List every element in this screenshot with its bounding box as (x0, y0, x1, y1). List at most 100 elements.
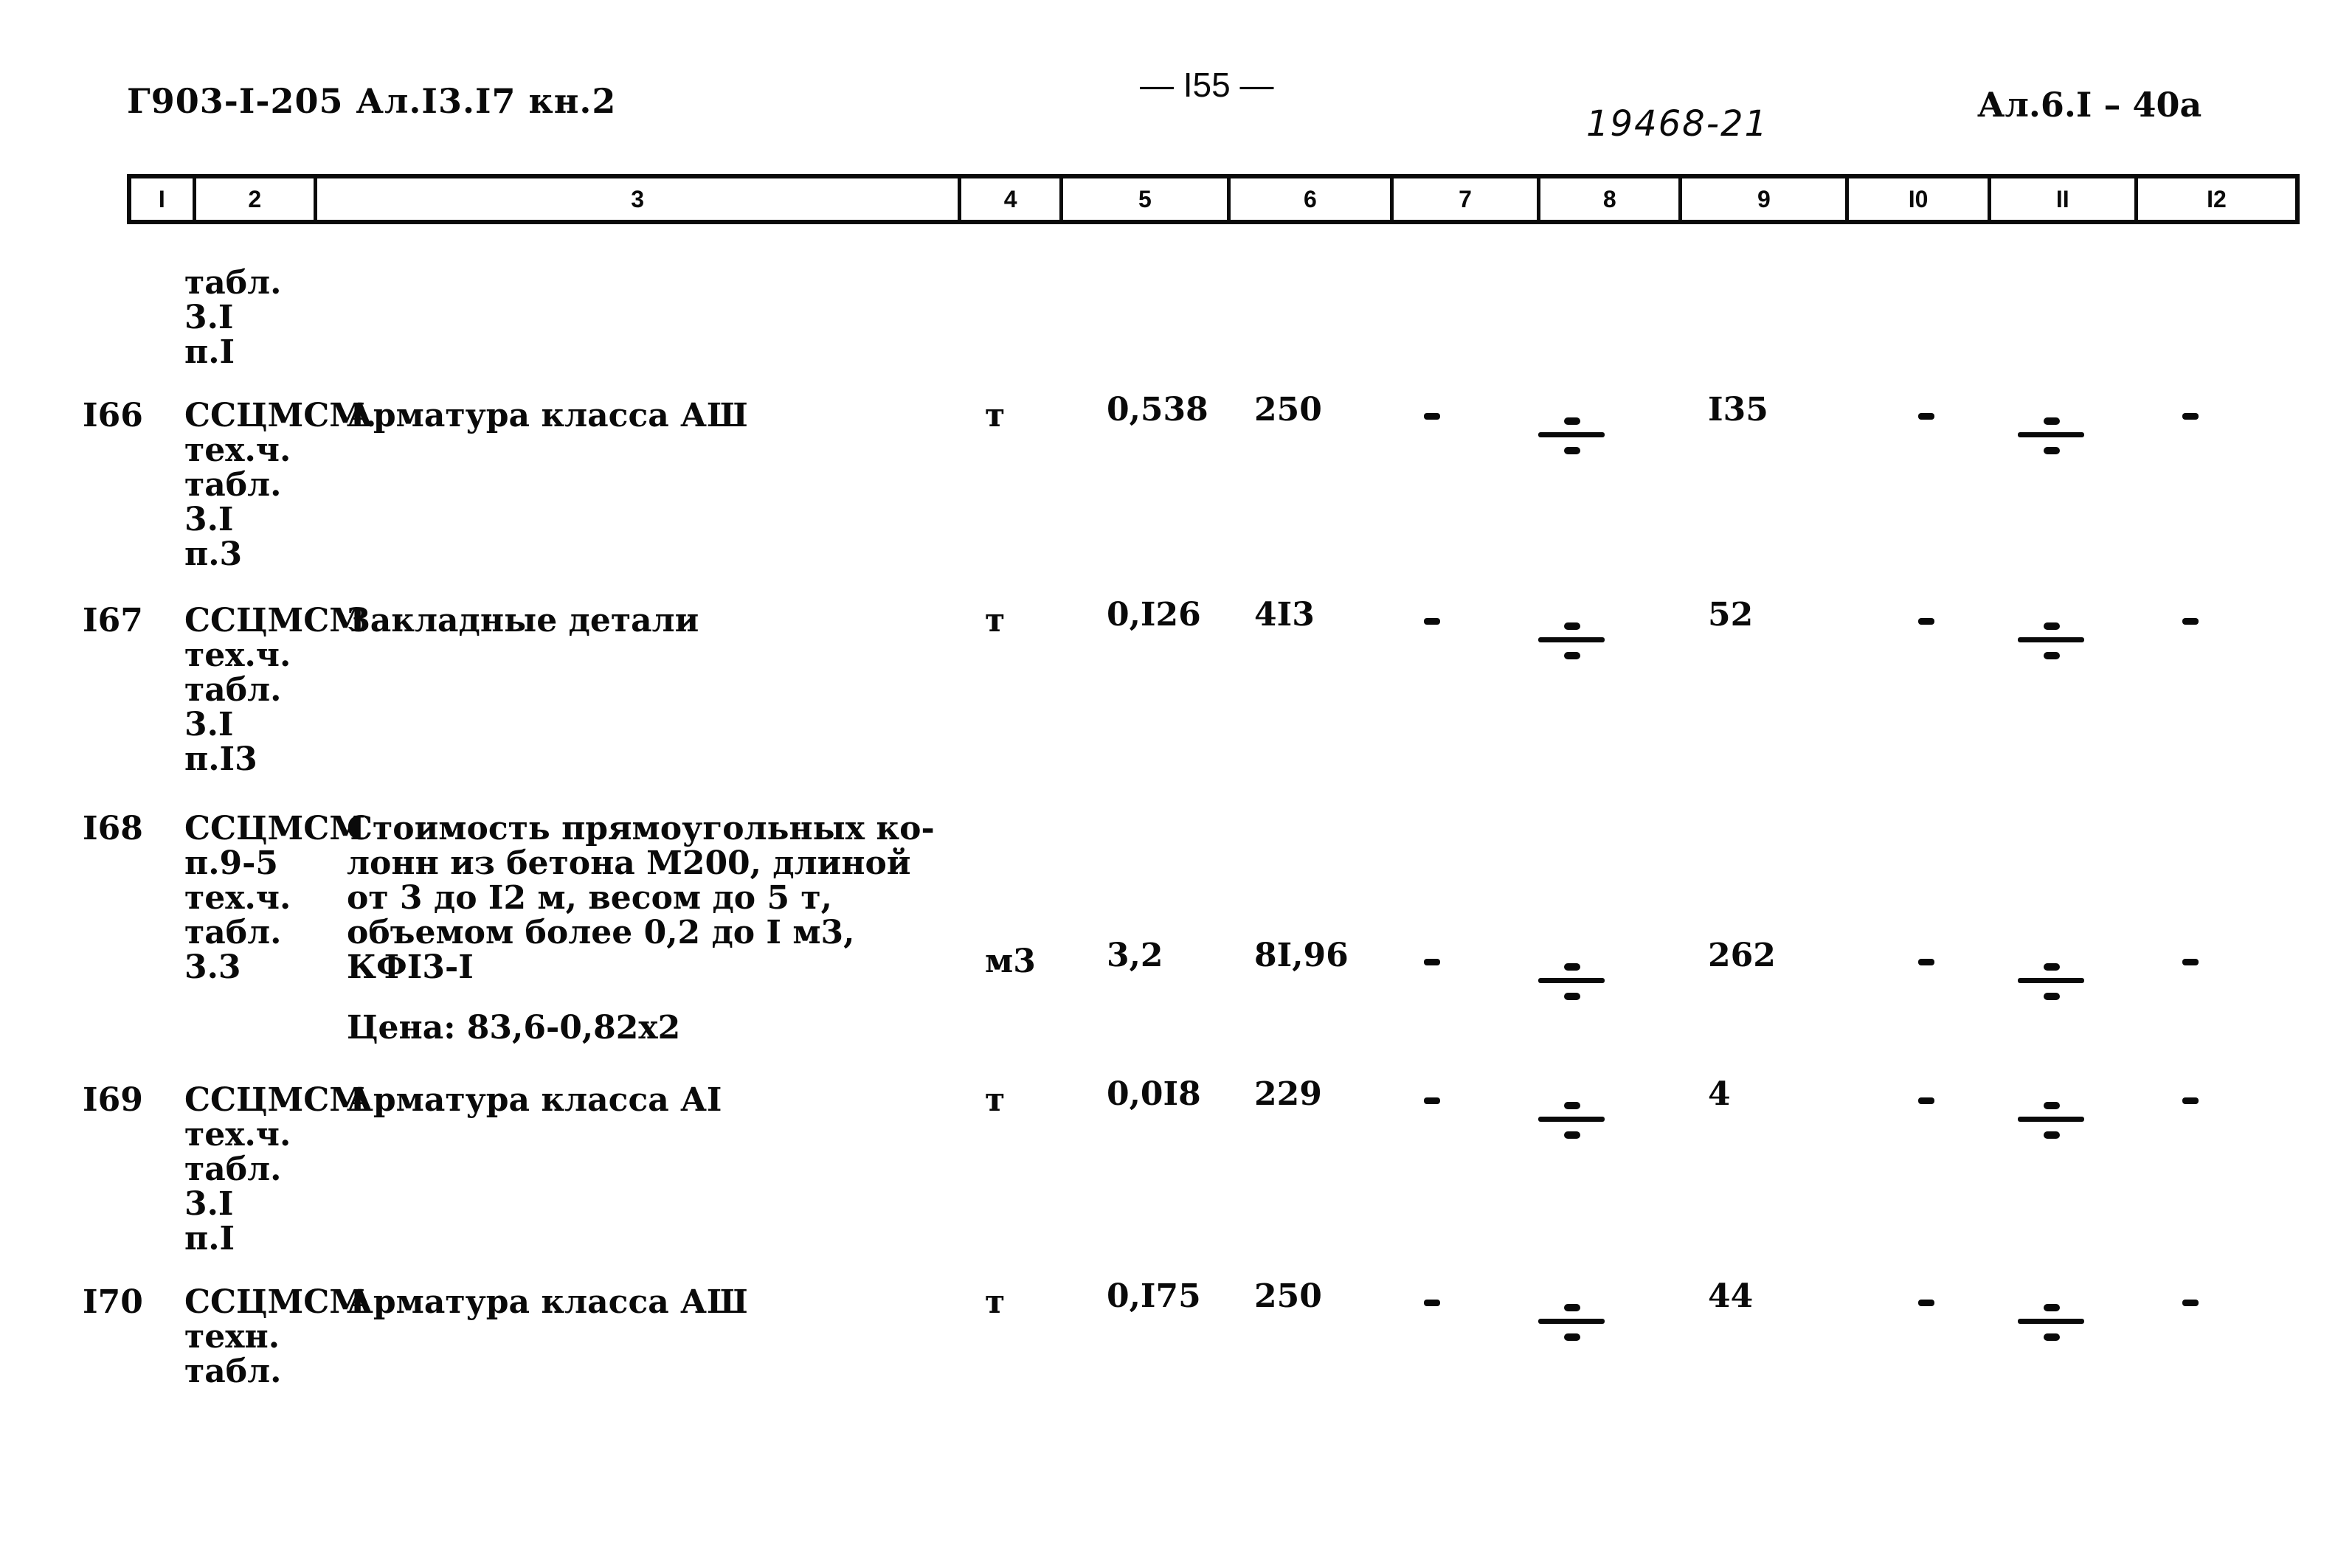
fraction-dash-col11 (2018, 959, 2084, 1003)
dash-col12 (2182, 618, 2199, 625)
row-quantity: 0,538 (1107, 391, 1208, 429)
row-number: I66 (83, 397, 143, 434)
row-unit: т (985, 397, 1006, 434)
dash-col10 (1918, 1097, 1934, 1104)
fraction-dot-bot (2044, 447, 2060, 454)
fraction-dot-top (1564, 963, 1580, 971)
row-number: I70 (83, 1283, 143, 1321)
row-price: 229 (1254, 1075, 1322, 1113)
dash-col10 (1918, 959, 1934, 965)
column-header: I (131, 178, 196, 220)
fraction-bar (1538, 978, 1605, 983)
fraction-dot-top (1564, 1102, 1580, 1109)
row-col9-value: I35 (1708, 391, 1768, 429)
row-reference: ССЦМСМ тех.ч. табл. 3.I п.I3 (184, 602, 365, 778)
row-number: I69 (83, 1081, 143, 1119)
column-header: 7 (1394, 178, 1541, 220)
column-header: I0 (1849, 178, 1991, 220)
handwritten-number: 19468-21 (1586, 103, 1769, 145)
fraction-dash-col8 (1538, 1300, 1605, 1344)
fraction-dash-col11 (2018, 1097, 2084, 1142)
dash-col12 (2182, 413, 2199, 420)
row-quantity: 0,I75 (1107, 1277, 1201, 1315)
continuation-reference: табл. 3.I п.I (184, 264, 282, 371)
row-description: Арматура класса АI (347, 1081, 722, 1119)
column-header: 8 (1540, 178, 1683, 220)
row-col9-value: 52 (1708, 596, 1754, 634)
fraction-dash-col11 (2018, 1300, 2084, 1344)
row-quantity: 0,0I8 (1107, 1075, 1201, 1113)
row-price: 250 (1254, 1277, 1322, 1315)
fraction-dot-bot (2044, 652, 2060, 659)
dash-col7 (1424, 959, 1440, 965)
fraction-dot-bot (2044, 993, 2060, 1000)
fraction-bar (2018, 1117, 2084, 1122)
dash-col10 (1918, 1300, 1934, 1306)
fraction-bar (1538, 1117, 1605, 1122)
row-col9-value: 44 (1708, 1277, 1754, 1315)
row-number: I67 (83, 602, 143, 639)
fraction-dot-top (2044, 417, 2060, 425)
column-header: I2 (2207, 185, 2227, 212)
row-col9-value: 4 (1708, 1075, 1731, 1113)
fraction-dot-bot (2044, 1131, 2060, 1139)
row-quantity: 0,I26 (1107, 596, 1201, 634)
fraction-dot-top (1564, 622, 1580, 630)
fraction-dash-col11 (2018, 413, 2084, 457)
fraction-dot-top (1564, 417, 1580, 425)
column-header: II (1991, 178, 2138, 220)
column-header: 2 (196, 178, 317, 220)
column-header: 4 (961, 178, 1063, 220)
dash-col7 (1424, 1300, 1440, 1306)
dash-col12 (2182, 959, 2199, 965)
row-quantity: 3,2 (1107, 937, 1163, 974)
fraction-bar (2018, 432, 2084, 437)
row-unit: т (985, 1283, 1006, 1321)
row-price-note: Цена: 83,6-0,82х2 (347, 1009, 681, 1047)
row-col9-value: 262 (1708, 937, 1776, 974)
fraction-dash-col8 (1538, 959, 1605, 1003)
dash-col10 (1918, 618, 1934, 625)
fraction-dot-bot (1564, 1131, 1580, 1139)
fraction-dash-col11 (2018, 618, 2084, 662)
fraction-dot-top (1564, 1304, 1580, 1311)
fraction-dash-col8 (1538, 413, 1605, 457)
fraction-dot-bot (2044, 1333, 2060, 1341)
fraction-bar (2018, 978, 2084, 983)
column-header: 5 (1063, 178, 1231, 220)
row-description: Закладные детали (347, 602, 699, 639)
column-header: 3 (317, 178, 962, 220)
column-header: 6 (1231, 178, 1394, 220)
sheet-reference: Ал.6.I – 40а (1977, 85, 2202, 125)
fraction-dot-top (2044, 1304, 2060, 1311)
row-price: 4I3 (1254, 596, 1315, 634)
row-description: Арматура класса АШ (347, 397, 748, 434)
fraction-dot-top (2044, 1102, 2060, 1109)
document-code: Г903-I-205 Ал.I3.I7 кн.2 (127, 81, 617, 121)
row-price: 250 (1254, 391, 1322, 429)
row-description: Стоимость прямоугольных ко- лонн из бето… (347, 810, 935, 986)
dash-col12 (2182, 1097, 2199, 1104)
row-number: I68 (83, 810, 143, 847)
fraction-dot-bot (1564, 652, 1580, 659)
fraction-dot-top (2044, 622, 2060, 630)
fraction-bar (1538, 432, 1605, 437)
fraction-dot-bot (1564, 1333, 1580, 1341)
fraction-dot-top (2044, 963, 2060, 971)
dash-col7 (1424, 413, 1440, 420)
fraction-dot-bot (1564, 993, 1580, 1000)
row-price: 8I,96 (1254, 937, 1349, 974)
row-unit: т (985, 602, 1006, 639)
dash-col10 (1918, 413, 1934, 420)
row-reference: ССЦМСМ тех.ч. табл. 3.I п.I (184, 1081, 365, 1257)
fraction-bar (1538, 637, 1605, 642)
column-header-row: I 2 3 4 5 6 7 8 9 I0 II I2 (127, 174, 2300, 224)
row-description: Арматура класса АШ (347, 1283, 748, 1321)
fraction-bar (2018, 637, 2084, 642)
dash-col7 (1424, 618, 1440, 625)
row-unit: т (985, 1081, 1006, 1119)
fraction-dot-bot (1564, 447, 1580, 454)
fraction-dash-col8 (1538, 618, 1605, 662)
row-unit: м3 (985, 943, 1036, 980)
row-reference: ССЦМСМ п.9-5 тех.ч. табл. 3.3 (184, 810, 365, 986)
